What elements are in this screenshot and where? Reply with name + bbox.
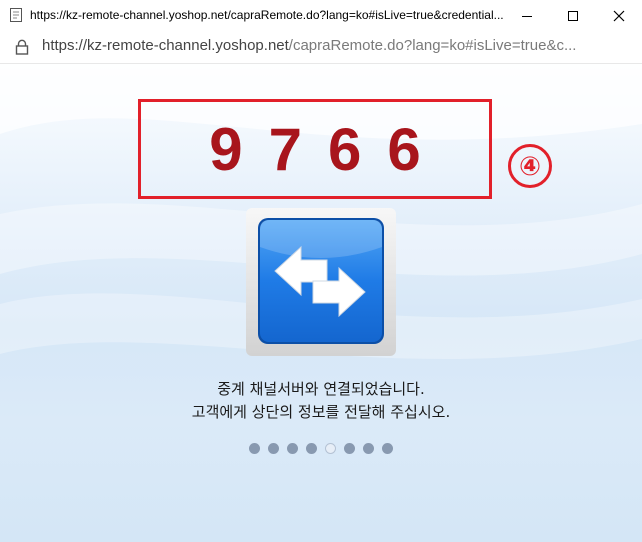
url-host: https://kz-remote-channel.yoshop.net [42, 37, 289, 54]
maximize-icon [568, 10, 578, 21]
loading-dot [287, 443, 298, 454]
url-path: /capraRemote.do?lang=ko#isLive=true&c... [288, 37, 577, 54]
minimize-button[interactable] [504, 0, 550, 31]
minimize-icon [522, 15, 532, 17]
lock-icon [15, 39, 29, 55]
loading-indicator [0, 443, 642, 454]
loading-dot [268, 443, 279, 454]
step-marker: ④ [508, 144, 552, 188]
instruction-message: 고객에게 상단의 정보를 전달해 주십시오. [191, 403, 451, 421]
loading-dot [363, 443, 374, 454]
remote-support-panel: 9766 ④ 중계 채널서버와 연결되었습니다. 고객에게 상단의 정보를 전달… [0, 64, 642, 542]
loading-dot [382, 443, 393, 454]
loading-dot-active [325, 443, 336, 454]
loading-dot [306, 443, 317, 454]
connection-arrows-icon [246, 208, 396, 356]
close-button[interactable] [596, 0, 642, 31]
address-bar[interactable]: https://kz-remote-channel.yoshop.net/cap… [0, 31, 642, 64]
window-titlebar: https://kz-remote-channel.yoshop.net/cap… [0, 0, 642, 32]
access-code: 9766 [209, 115, 447, 183]
url-text[interactable]: https://kz-remote-channel.yoshop.net/cap… [42, 37, 632, 54]
browser-page-icon [10, 8, 22, 22]
close-icon [613, 10, 625, 21]
maximize-button[interactable] [550, 0, 596, 31]
access-code-box: 9766 [138, 99, 492, 199]
loading-dot [344, 443, 355, 454]
status-message: 중계 채널서버와 연결되었습니다. [217, 380, 425, 398]
window-title: https://kz-remote-channel.yoshop.net/cap… [30, 8, 504, 22]
loading-dot [249, 443, 260, 454]
